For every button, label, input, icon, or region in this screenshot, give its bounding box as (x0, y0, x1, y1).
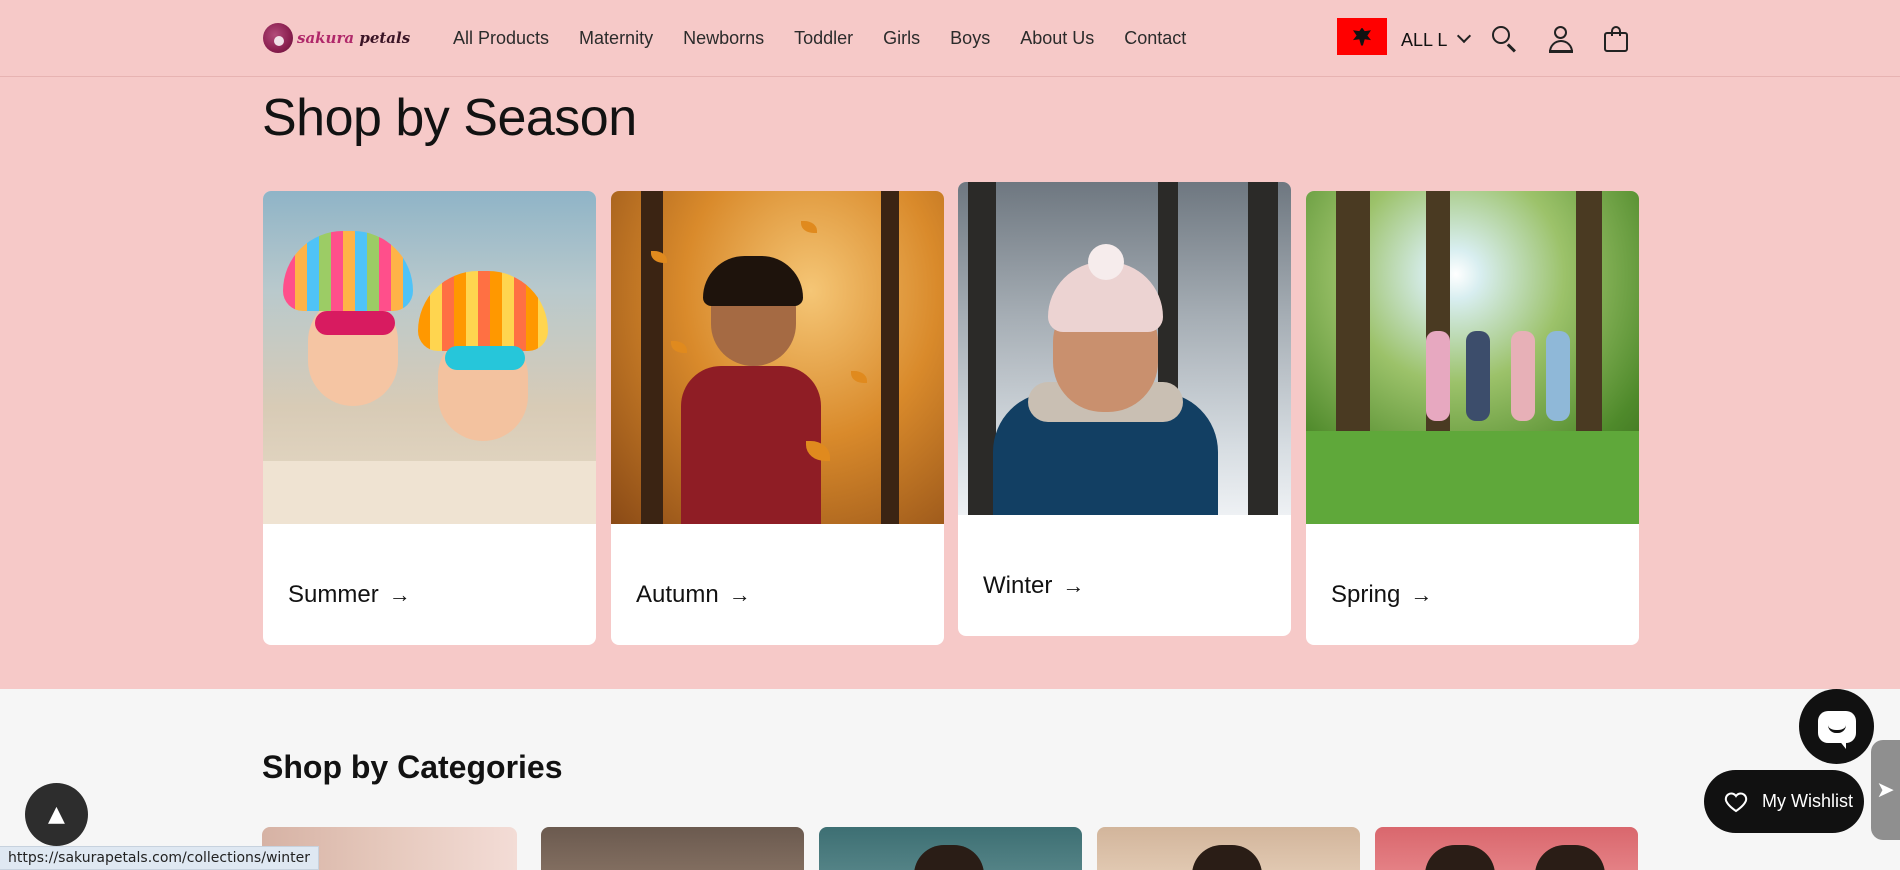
season-card-label: Summer → (288, 581, 411, 608)
account-icon[interactable] (1546, 24, 1576, 54)
summer-image (263, 191, 596, 524)
season-card-spring[interactable]: Spring → (1306, 191, 1639, 645)
search-icon[interactable] (1490, 24, 1520, 54)
arrow-right-icon: ➤ (1876, 777, 1895, 803)
nav-toddler[interactable]: Toddler (779, 24, 868, 53)
arrow-right-icon: → (728, 582, 751, 607)
nav-contact[interactable]: Contact (1109, 24, 1201, 53)
season-card-label: Winter → (983, 572, 1085, 599)
categories-section: Shop by Categories (0, 689, 1900, 870)
category-card[interactable] (541, 827, 804, 870)
cart-icon[interactable] (1601, 24, 1631, 54)
winter-image (958, 182, 1291, 515)
chat-icon (1817, 710, 1856, 749)
category-card[interactable] (1375, 827, 1638, 870)
season-card-summer[interactable]: Summer → (263, 191, 596, 645)
autumn-image (611, 191, 944, 524)
site-header: sakura petals All Products Maternity New… (0, 0, 1900, 77)
chat-button[interactable] (1799, 689, 1874, 764)
albania-flag-icon (1337, 18, 1387, 55)
season-card-autumn[interactable]: Autumn → (611, 191, 944, 645)
nav-girls[interactable]: Girls (868, 24, 935, 53)
nav-about-us[interactable]: About Us (1005, 24, 1109, 53)
logo-icon (263, 23, 293, 53)
nav-maternity[interactable]: Maternity (564, 24, 668, 53)
currency-label: ALL L (1401, 30, 1448, 50)
season-section-title: Shop by Season (262, 89, 637, 147)
currency-selector[interactable]: ALL L (1337, 18, 1472, 55)
browser-status-url: https://sakurapetals.com/collections/win… (0, 846, 320, 870)
eagle-icon (1353, 27, 1371, 46)
scroll-to-top-button[interactable]: ▲ (25, 783, 88, 846)
logo-text: sakura petals (297, 29, 411, 47)
arrow-right-icon: → (388, 582, 411, 607)
chevron-down-icon (1457, 28, 1472, 43)
nav-boys[interactable]: Boys (935, 24, 1005, 53)
heart-icon (1724, 790, 1748, 814)
wishlist-label: My Wishlist (1762, 791, 1853, 811)
categories-section-title: Shop by Categories (262, 749, 563, 785)
season-card-label: Spring → (1331, 581, 1433, 608)
arrow-up-icon: ▲ (48, 802, 65, 827)
arrow-right-icon: → (1410, 582, 1433, 607)
spring-image (1306, 191, 1639, 524)
side-drawer-tab[interactable]: ➤ (1871, 740, 1900, 840)
season-card-winter[interactable]: Winter → (958, 182, 1291, 636)
wishlist-button[interactable]: My Wishlist (1704, 770, 1864, 833)
nav-all-products[interactable]: All Products (438, 24, 564, 53)
category-card[interactable] (819, 827, 1082, 870)
main-nav: All Products Maternity Newborns Toddler … (438, 24, 1201, 53)
arrow-right-icon: → (1062, 573, 1085, 598)
nav-newborns[interactable]: Newborns (668, 24, 779, 53)
logo[interactable]: sakura petals (263, 20, 410, 56)
season-card-label: Autumn → (636, 581, 751, 608)
category-card[interactable] (1097, 827, 1360, 870)
